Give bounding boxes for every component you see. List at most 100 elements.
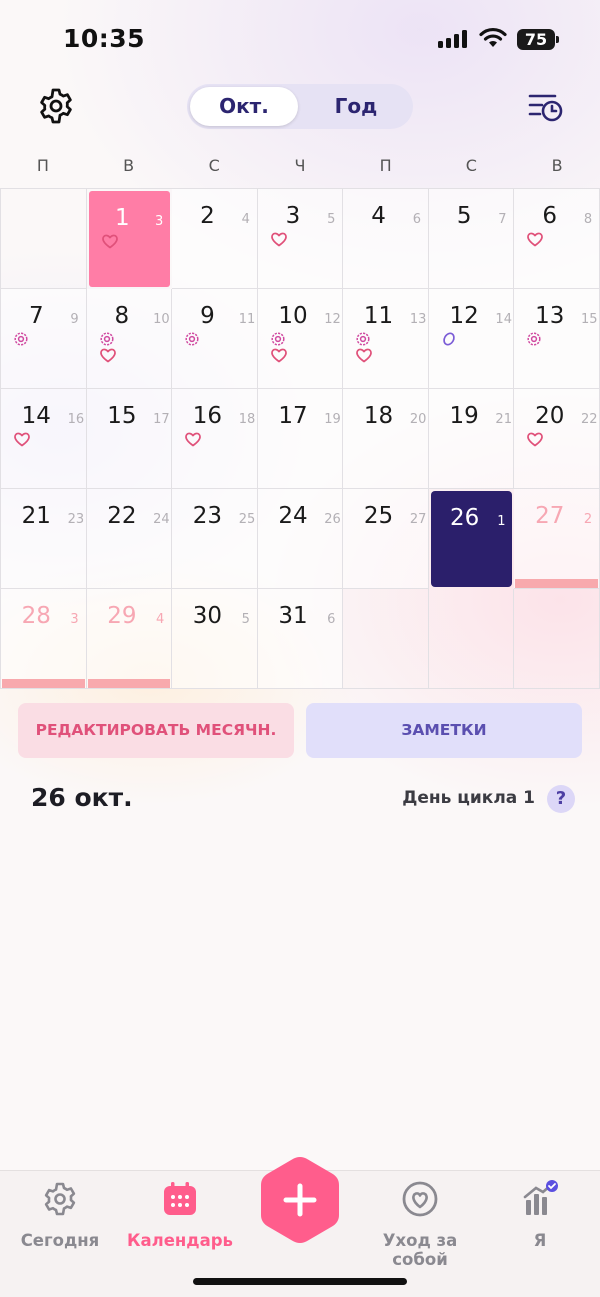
day-number: 11 [363, 303, 394, 329]
calendar-day-cell[interactable]: 16 18 [172, 389, 258, 489]
cycle-day-number: 9 [70, 312, 79, 327]
calendar-day-cell[interactable]: 35 [257, 189, 344, 289]
edit-period-button[interactable]: РЕДАКТИРОВАТЬ МЕСЯЧН. [18, 703, 294, 758]
home-indicator [193, 1278, 407, 1285]
calendar-day-cell[interactable]: 20 22 [514, 389, 600, 489]
cycle-day-number: 2 [583, 512, 593, 527]
cycle-day-label: День цикла 1 [402, 788, 535, 808]
heart-icon [99, 347, 117, 367]
calendar-day-cell[interactable]: 29 4 [86, 589, 173, 689]
calendar-day-cell[interactable]: 17 19 [257, 389, 344, 489]
calendar-day-cell[interactable]: 12 14 [428, 289, 515, 389]
add-entry-button[interactable] [259, 1155, 341, 1245]
cycle-day-number: 17 [153, 412, 170, 427]
cycle-day-number: 23 [67, 512, 85, 527]
calendar-day-cell[interactable]: 8 10 [86, 289, 173, 389]
wifi-icon [479, 27, 507, 47]
calendar-day-cell[interactable]: 13 [88, 191, 171, 287]
gear-flower-icon [44, 1182, 76, 1216]
calendar-day-cell[interactable]: 19 21 [428, 389, 515, 489]
history-button[interactable] [525, 88, 565, 128]
nav-profile[interactable]: Я [480, 1179, 600, 1250]
cycle-day-number: 7 [498, 212, 507, 227]
calendar-empty-cell [514, 589, 600, 689]
nav-self-care[interactable]: Уход за собой [360, 1179, 480, 1269]
calendar-day-cell[interactable]: 26 1 [430, 491, 513, 587]
calendar-day-cell[interactable]: 24 26 [257, 489, 344, 589]
day-number: 16 [192, 403, 223, 429]
calendar-day-cell[interactable]: 15 17 [86, 389, 173, 489]
calendar-day-cell[interactable]: 30 5 [172, 589, 258, 689]
day-number: 6 [542, 203, 558, 229]
cycle-day-number: 15 [580, 312, 598, 327]
cycle-day-number: 18 [238, 412, 256, 427]
ovulation-icon [441, 331, 457, 351]
battery-indicator: 75 [517, 29, 559, 50]
self-care-heart-icon [402, 1181, 438, 1217]
cycle-day-number: 12 [324, 312, 341, 327]
day-number: 26 [449, 505, 480, 531]
day-number: 30 [192, 603, 223, 629]
calendar-day-cell[interactable]: 25 27 [343, 489, 429, 589]
calendar-day-cell[interactable]: 27 2 [514, 489, 600, 589]
heart-icon [270, 347, 288, 367]
day-number: 17 [278, 403, 308, 429]
calendar-day-cell[interactable]: 57 [428, 189, 515, 289]
tab-month[interactable]: Окт. [190, 87, 298, 126]
gear-icon [40, 88, 72, 124]
heart-icon [13, 431, 31, 451]
cycle-day-number: 5 [241, 612, 250, 627]
cycle-day-number: 22 [580, 412, 598, 427]
calendar-day-cell[interactable]: 28 3 [1, 589, 87, 689]
calendar-day-cell[interactable]: 22 24 [86, 489, 173, 589]
calendar-day-cell[interactable]: 79 [1, 289, 87, 389]
day-number: 18 [363, 403, 394, 429]
day-number: 23 [192, 503, 223, 529]
calendar-grid: 1 3 2 4 3 5 4 6 5 7 6 8 7 9 8 10 9 11 10 12 11 13 12 14 13 15 14 16… [0, 188, 600, 689]
calendar-empty-cell [1, 189, 87, 289]
notes-button[interactable]: ЗАМЕТКИ [306, 703, 582, 758]
calendar-day-cell[interactable]: 14 16 [1, 389, 87, 489]
cycle-day-number: 16 [67, 412, 85, 427]
plus-icon [261, 1157, 339, 1243]
calendar-day-cell[interactable]: 10 12 [257, 289, 344, 389]
nav-calendar[interactable]: Календарь [120, 1179, 240, 1250]
calendar-day-cell[interactable]: 11 13 [343, 289, 429, 389]
weekday-label: С [208, 156, 220, 175]
day-number: 15 [107, 403, 137, 429]
calendar-day-cell[interactable]: 24 [172, 189, 258, 289]
tab-year[interactable]: Год [302, 87, 410, 126]
day-number: 12 [449, 303, 479, 329]
day-number: 14 [21, 403, 51, 429]
calendar-day-cell[interactable]: 68 [514, 189, 600, 289]
weekday-label: П [36, 156, 49, 175]
calendar-day-cell[interactable]: 31 6 [257, 589, 344, 689]
heart-icon [101, 233, 119, 253]
calendar-day-cell[interactable]: 13 15 [514, 289, 600, 389]
heart-icon [270, 231, 288, 251]
settings-button[interactable] [34, 84, 78, 128]
day-number: 3 [285, 203, 301, 229]
cycle-day-number: 26 [324, 512, 341, 527]
cycle-day-number: 4 [156, 612, 165, 627]
cycle-day-number: 6 [412, 212, 421, 227]
day-number: 28 [21, 603, 51, 629]
view-toggle: Окт. Год [187, 84, 413, 129]
day-number: 29 [107, 603, 137, 629]
heart-icon [184, 431, 202, 451]
cycle-day-number: 3 [155, 214, 164, 229]
calendar-day-cell[interactable]: 18 20 [343, 389, 429, 489]
calendar-day-cell[interactable]: 23 25 [172, 489, 258, 589]
nav-today[interactable]: Сегодня [0, 1179, 120, 1250]
help-button[interactable]: ? [547, 785, 575, 813]
calendar-day-cell[interactable]: 46 [343, 189, 429, 289]
cycle-day-number: 10 [153, 312, 170, 327]
cycle-day-number: 25 [238, 512, 256, 527]
nav-label: Сегодня [20, 1231, 100, 1250]
day-number: 13 [535, 303, 565, 329]
weekday-label: В [123, 156, 135, 175]
nav-label: Уход за собой [382, 1231, 458, 1269]
cycle-day-number: 14 [495, 312, 512, 327]
calendar-day-cell[interactable]: 21 23 [1, 489, 87, 589]
calendar-day-cell[interactable]: 9 11 [172, 289, 258, 389]
